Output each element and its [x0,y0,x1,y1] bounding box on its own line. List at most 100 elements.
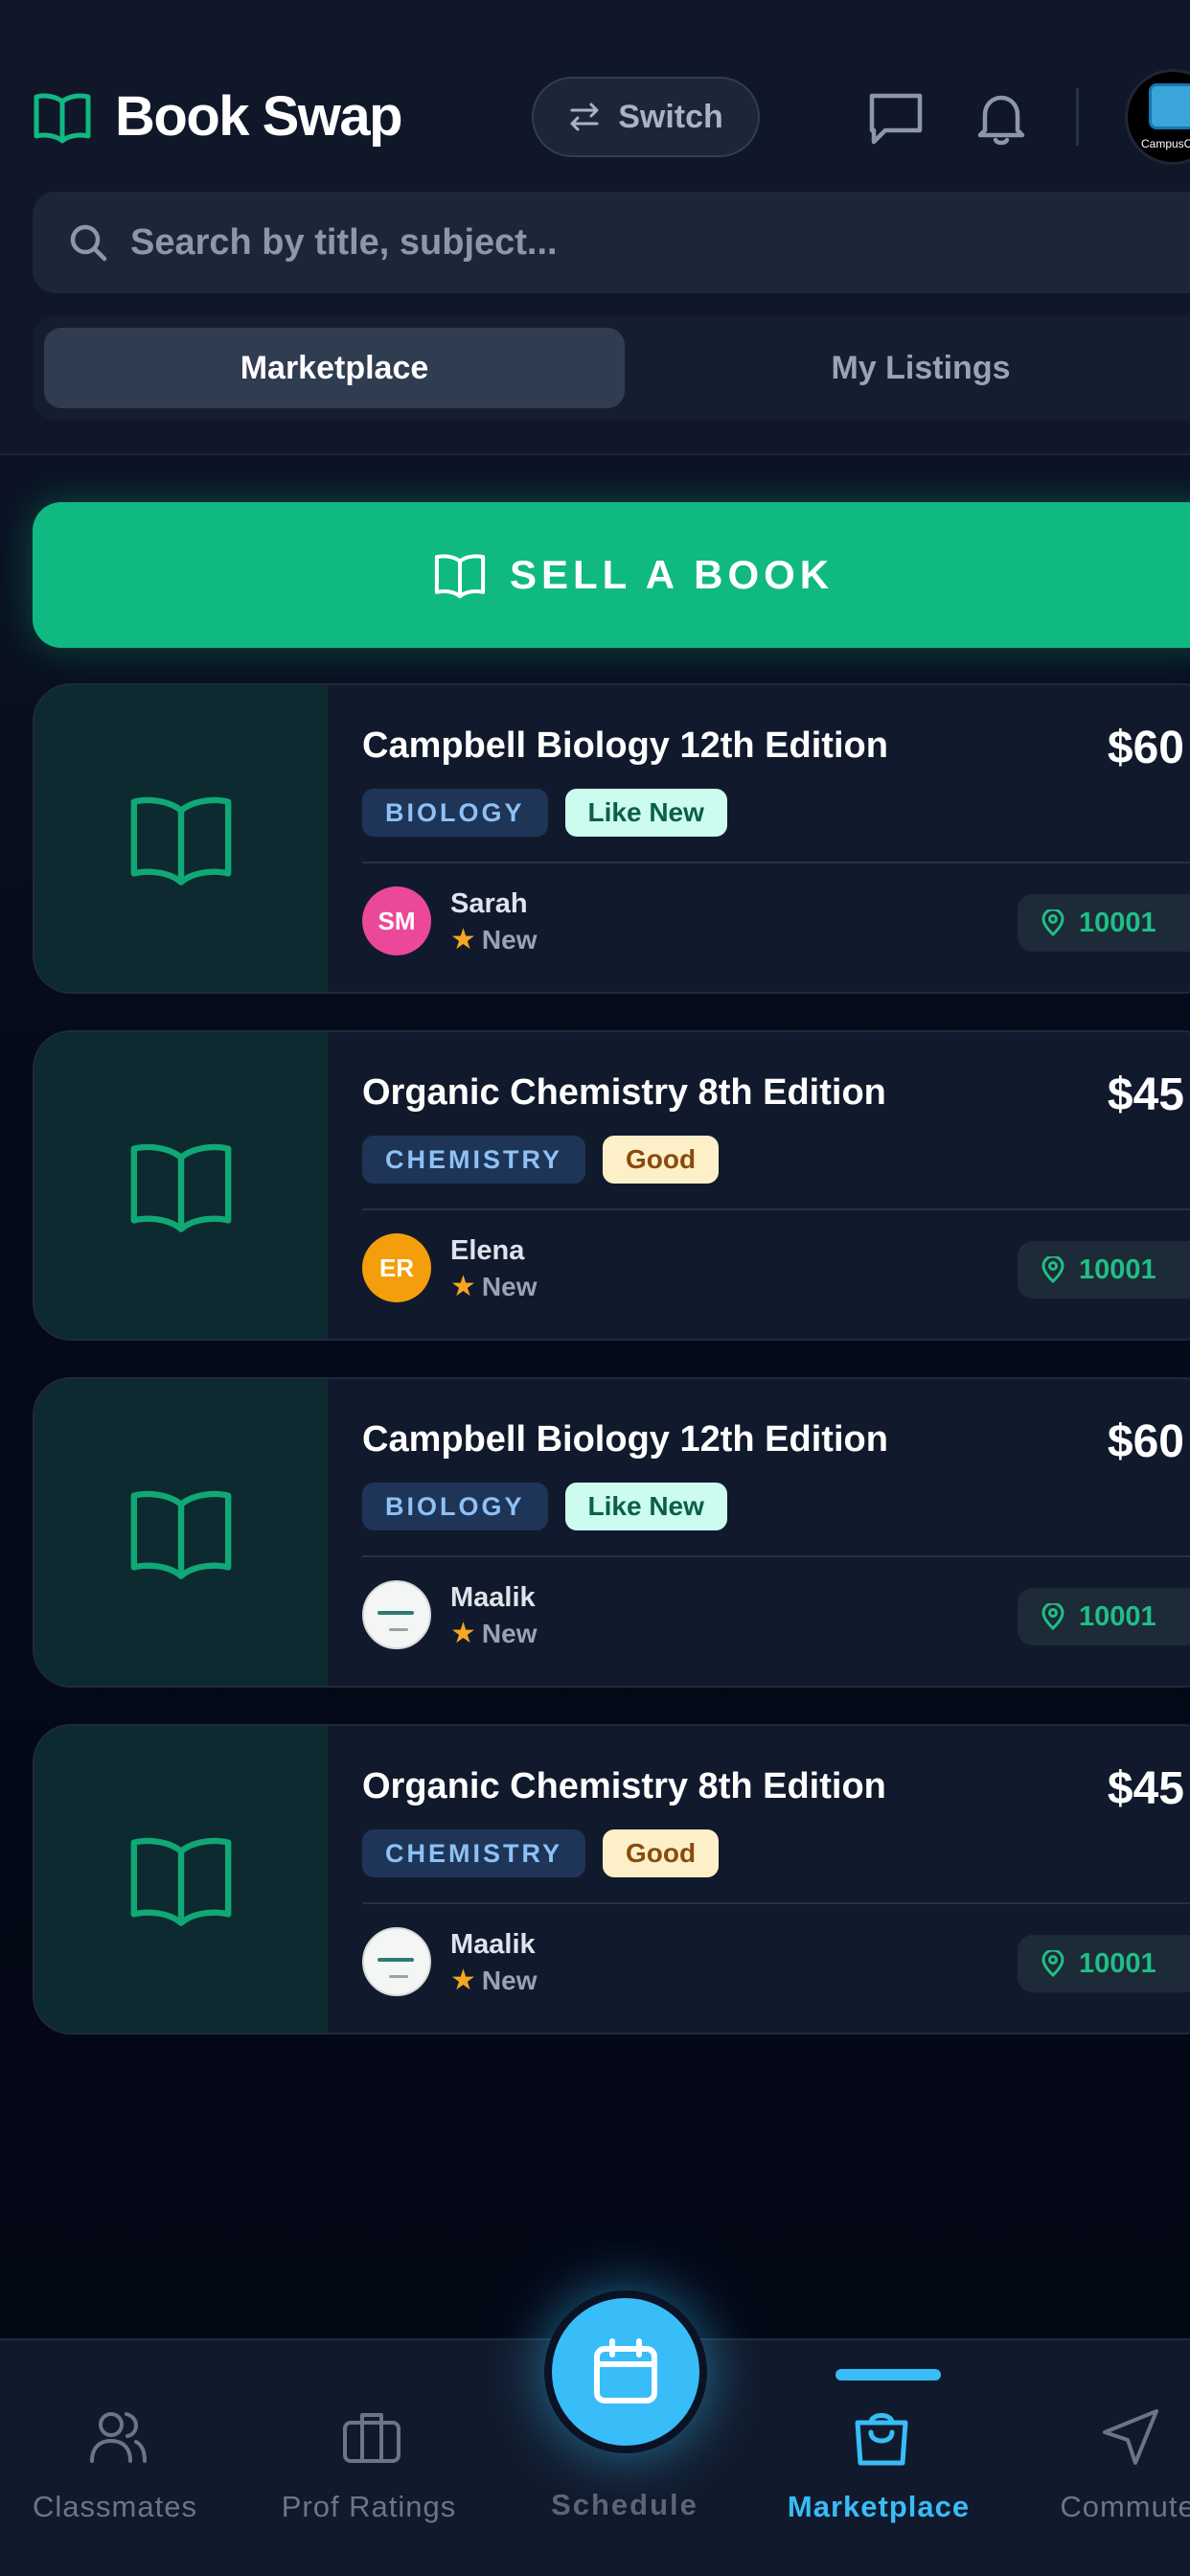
book-title: Organic Chemistry 8th Edition [362,1766,886,1806]
seller-name: Elena [450,1235,525,1266]
zip-code: 10001 [1079,1254,1156,1285]
subject-tag: CHEMISTRY [362,1829,586,1877]
bell-icon[interactable] [972,88,1031,148]
seller-rating-text: New [481,1965,538,1995]
brand: Book Swap [33,84,403,149]
seller-rating-text: New [481,1271,538,1301]
seller-rating: ★ New [450,1617,537,1650]
book-thumbnail [34,685,328,992]
navigation-icon [1103,2409,1158,2465]
nav-label: Classmates [33,2490,197,2523]
calendar-icon [594,2338,657,2404]
zip-code: 10001 [1079,1947,1156,1979]
listing-card[interactable]: Organic Chemistry 8th Edition $45 CHEMIS… [33,1724,1190,2035]
seller-rating: ★ New [450,923,537,956]
nav-prof-ratings[interactable]: Prof Ratings [249,2340,489,2576]
condition-tag: Like New [564,1483,727,1530]
seller-name: Maalik [450,1929,536,1960]
seller-avatar[interactable]: ER [362,1233,431,1302]
seller-avatar[interactable] [362,1580,431,1649]
star-icon: ★ [450,924,476,955]
open-book-icon [34,93,91,143]
book-price: $45 [1107,1070,1184,1120]
map-pin-icon [1041,1603,1064,1630]
book-price: $60 [1107,723,1184,773]
book-title: Organic Chemistry 8th Edition [362,1072,886,1113]
tab-marketplace[interactable]: Marketplace [44,328,625,408]
seller-name: Sarah [450,888,528,919]
seller-name: Maalik [450,1582,536,1613]
book-price: $60 [1107,1416,1184,1467]
condition-tag: Like New [564,789,727,837]
search-bar[interactable] [33,192,1190,293]
open-book-icon [130,1490,232,1579]
book-thumbnail [34,1379,328,1686]
location-badge: 10001 [1018,1241,1190,1299]
nav-label: Marketplace [787,2490,971,2523]
zip-code: 10001 [1079,907,1156,938]
header: Book Swap Switch CampusCo [0,0,1190,455]
card-divider [362,1902,1190,1904]
seller-rating: ★ New [450,1270,537,1303]
nav-classmates[interactable]: Classmates [0,2340,235,2576]
book-swap-screen: Book Swap Switch CampusCo [0,0,1190,2576]
map-pin-icon [1041,1256,1064,1283]
calendar-badge-icon [1149,83,1190,129]
open-book-icon [434,554,486,599]
open-book-icon [130,796,232,886]
schedule-fab[interactable] [544,2290,707,2453]
search-input[interactable] [130,221,1088,264]
book-title: Campbell Biology 12th Edition [362,1419,888,1460]
sell-button-label: SELL A BOOK [510,552,835,597]
nav-label-schedule: Schedule [551,2488,698,2521]
zip-code: 10001 [1079,1600,1156,1632]
nav-marketplace[interactable]: Marketplace [759,2340,998,2576]
book-title: Campbell Biology 12th Edition [362,725,888,766]
swap-arrows-icon [570,103,599,131]
avatar-caption: CampusCo [1141,137,1190,150]
subject-tag: BIOLOGY [362,1483,548,1530]
subject-tag: BIOLOGY [362,789,548,837]
open-book-icon [130,1837,232,1926]
switch-button[interactable]: Switch [532,77,760,157]
book-thumbnail [34,1726,328,2033]
book-thumbnail [34,1032,328,1339]
shopping-bag-icon [855,2413,908,2466]
sell-a-book-button[interactable]: SELL A BOOK [33,502,1190,648]
header-divider [1076,88,1079,146]
star-icon: ★ [450,1965,476,1996]
card-divider [362,1555,1190,1557]
active-indicator [835,2369,941,2380]
segmented-tabs: Marketplace My Listings [33,316,1190,420]
subject-tag: CHEMISTRY [362,1136,586,1184]
listing-card[interactable]: Campbell Biology 12th Edition $60 BIOLOG… [33,683,1190,994]
users-icon [90,2412,147,2463]
star-icon: ★ [450,1618,476,1649]
seller-rating-text: New [481,924,538,954]
seller-rating: ★ New [450,1964,537,1997]
book-price: $45 [1107,1763,1184,1814]
seller-avatar[interactable]: SM [362,886,431,955]
listing-card[interactable]: Organic Chemistry 8th Edition $45 CHEMIS… [33,1030,1190,1341]
map-pin-icon [1041,909,1064,936]
location-badge: 10001 [1018,894,1190,952]
nav-label: Prof Ratings [281,2490,457,2523]
profile-avatar[interactable]: CampusCo [1125,69,1190,165]
tab-my-listings[interactable]: My Listings [630,328,1190,408]
location-badge: 10001 [1018,1588,1190,1645]
card-divider [362,1208,1190,1210]
condition-tag: Good [603,1829,720,1877]
nav-label: Commute [1060,2490,1190,2523]
nav-commute[interactable]: Commute [1008,2340,1190,2576]
switch-label: Switch [618,98,723,135]
open-book-icon [130,1143,232,1232]
briefcase-icon [343,2413,400,2463]
condition-tag: Good [603,1136,720,1184]
seller-rating-text: New [481,1618,538,1648]
listing-card[interactable]: Campbell Biology 12th Edition $60 BIOLOG… [33,1377,1190,1688]
app-title: Book Swap [115,85,403,148]
seller-avatar[interactable] [362,1927,431,1996]
chat-icon[interactable] [866,88,926,148]
map-pin-icon [1041,1950,1064,1977]
star-icon: ★ [450,1271,476,1302]
